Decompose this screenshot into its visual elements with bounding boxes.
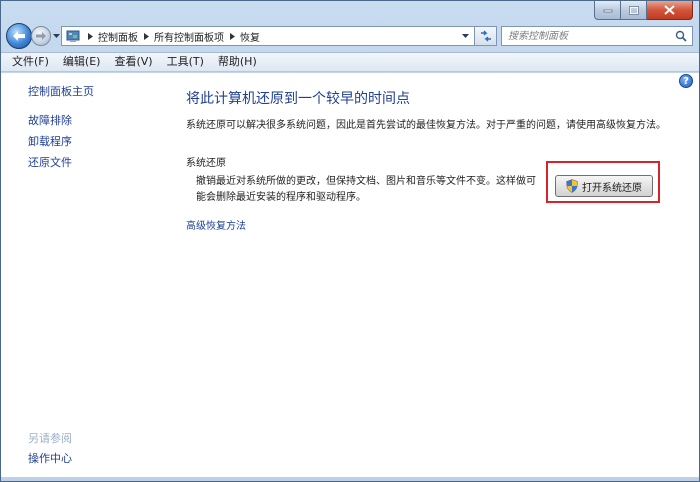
address-dropdown-button[interactable] — [457, 27, 473, 45]
open-system-restore-label: 打开系统还原 — [582, 182, 642, 194]
breadcrumb-item-all-items[interactable]: 所有控制面板项 — [154, 29, 224, 44]
maximize-button[interactable] — [621, 1, 647, 20]
breadcrumb-separator-icon — [138, 32, 154, 40]
section-title: 系统还原 — [186, 158, 226, 169]
breadcrumb-item-recovery[interactable]: 恢复 — [240, 29, 260, 44]
window: 控制面板 所有控制面板项 恢复 文件(F) 编辑(E) — [0, 0, 700, 482]
search-input[interactable] — [502, 27, 672, 45]
advanced-recovery-link[interactable]: 高级恢复方法 — [186, 217, 246, 232]
open-system-restore-button[interactable]: 打开系统还原 — [555, 175, 653, 197]
chevron-down-icon — [52, 34, 60, 38]
control-panel-icon — [64, 27, 82, 45]
menu-help[interactable]: 帮助(H) — [211, 53, 264, 71]
chevron-down-icon — [461, 34, 469, 38]
breadcrumb-separator-icon — [82, 32, 98, 40]
recent-pages-dropdown[interactable] — [52, 31, 60, 41]
left-pane: 控制面板主页 故障排除 卸载程序 还原文件 另请参阅 操作中心 — [1, 73, 161, 477]
minimize-icon — [603, 9, 612, 13]
main-pane: ? 将此计算机还原到一个较早的时间点 系统还原可以解决很多系统问题，因此是首先尝… — [161, 73, 699, 477]
search-icon[interactable] — [672, 30, 690, 42]
menu-file[interactable]: 文件(F) — [5, 53, 56, 71]
menu-edit[interactable]: 编辑(E) — [56, 53, 108, 71]
minimize-button[interactable] — [594, 1, 621, 20]
control-panel-home-link[interactable]: 控制面板主页 — [28, 83, 94, 99]
back-arrow-icon — [13, 31, 25, 41]
action-center-link[interactable]: 操作中心 — [28, 450, 72, 466]
close-button[interactable] — [647, 1, 693, 20]
back-button[interactable] — [6, 23, 32, 49]
forward-button[interactable] — [31, 26, 51, 46]
intro-text: 系统还原可以解决很多系统问题，因此是首先尝试的最佳恢复方法。对于严重的问题，请使… — [186, 120, 666, 131]
section-description: 撤销最近对系统所做的更改，但保持文档、图片和音乐等文件不变。这样做可能会删除最近… — [196, 176, 536, 203]
page-title: 将此计算机还原到一个较早的时间点 — [186, 91, 410, 107]
search-box — [501, 26, 693, 46]
uninstall-program-link[interactable]: 卸载程序 — [28, 133, 72, 149]
see-also-heading: 另请参阅 — [28, 432, 72, 445]
forward-arrow-icon — [36, 32, 46, 40]
close-icon — [664, 5, 675, 15]
restore-files-link[interactable]: 还原文件 — [28, 154, 72, 170]
uac-shield-icon — [566, 179, 578, 193]
navigation-bar: 控制面板 所有控制面板项 恢复 — [1, 23, 699, 51]
menu-bar: 文件(F) 编辑(E) 查看(V) 工具(T) 帮助(H) — [1, 52, 699, 72]
caption-buttons — [594, 1, 693, 20]
refresh-icon — [480, 30, 491, 42]
address-bar[interactable]: 控制面板 所有控制面板项 恢复 — [61, 26, 475, 46]
menu-tools[interactable]: 工具(T) — [160, 53, 211, 71]
maximize-icon — [628, 5, 639, 15]
content-area: 控制面板主页 故障排除 卸载程序 还原文件 另请参阅 操作中心 ? 将此计算机还… — [1, 73, 699, 477]
menu-view[interactable]: 查看(V) — [107, 53, 159, 71]
breadcrumb-separator-icon — [224, 32, 240, 40]
breadcrumb-item-control-panel[interactable]: 控制面板 — [98, 29, 138, 44]
window-bottom-border — [1, 477, 699, 481]
breadcrumb: 控制面板 所有控制面板项 恢复 — [82, 29, 260, 44]
refresh-button[interactable] — [475, 26, 497, 46]
troubleshooting-link[interactable]: 故障排除 — [28, 112, 72, 128]
help-icon[interactable]: ? — [679, 74, 693, 88]
